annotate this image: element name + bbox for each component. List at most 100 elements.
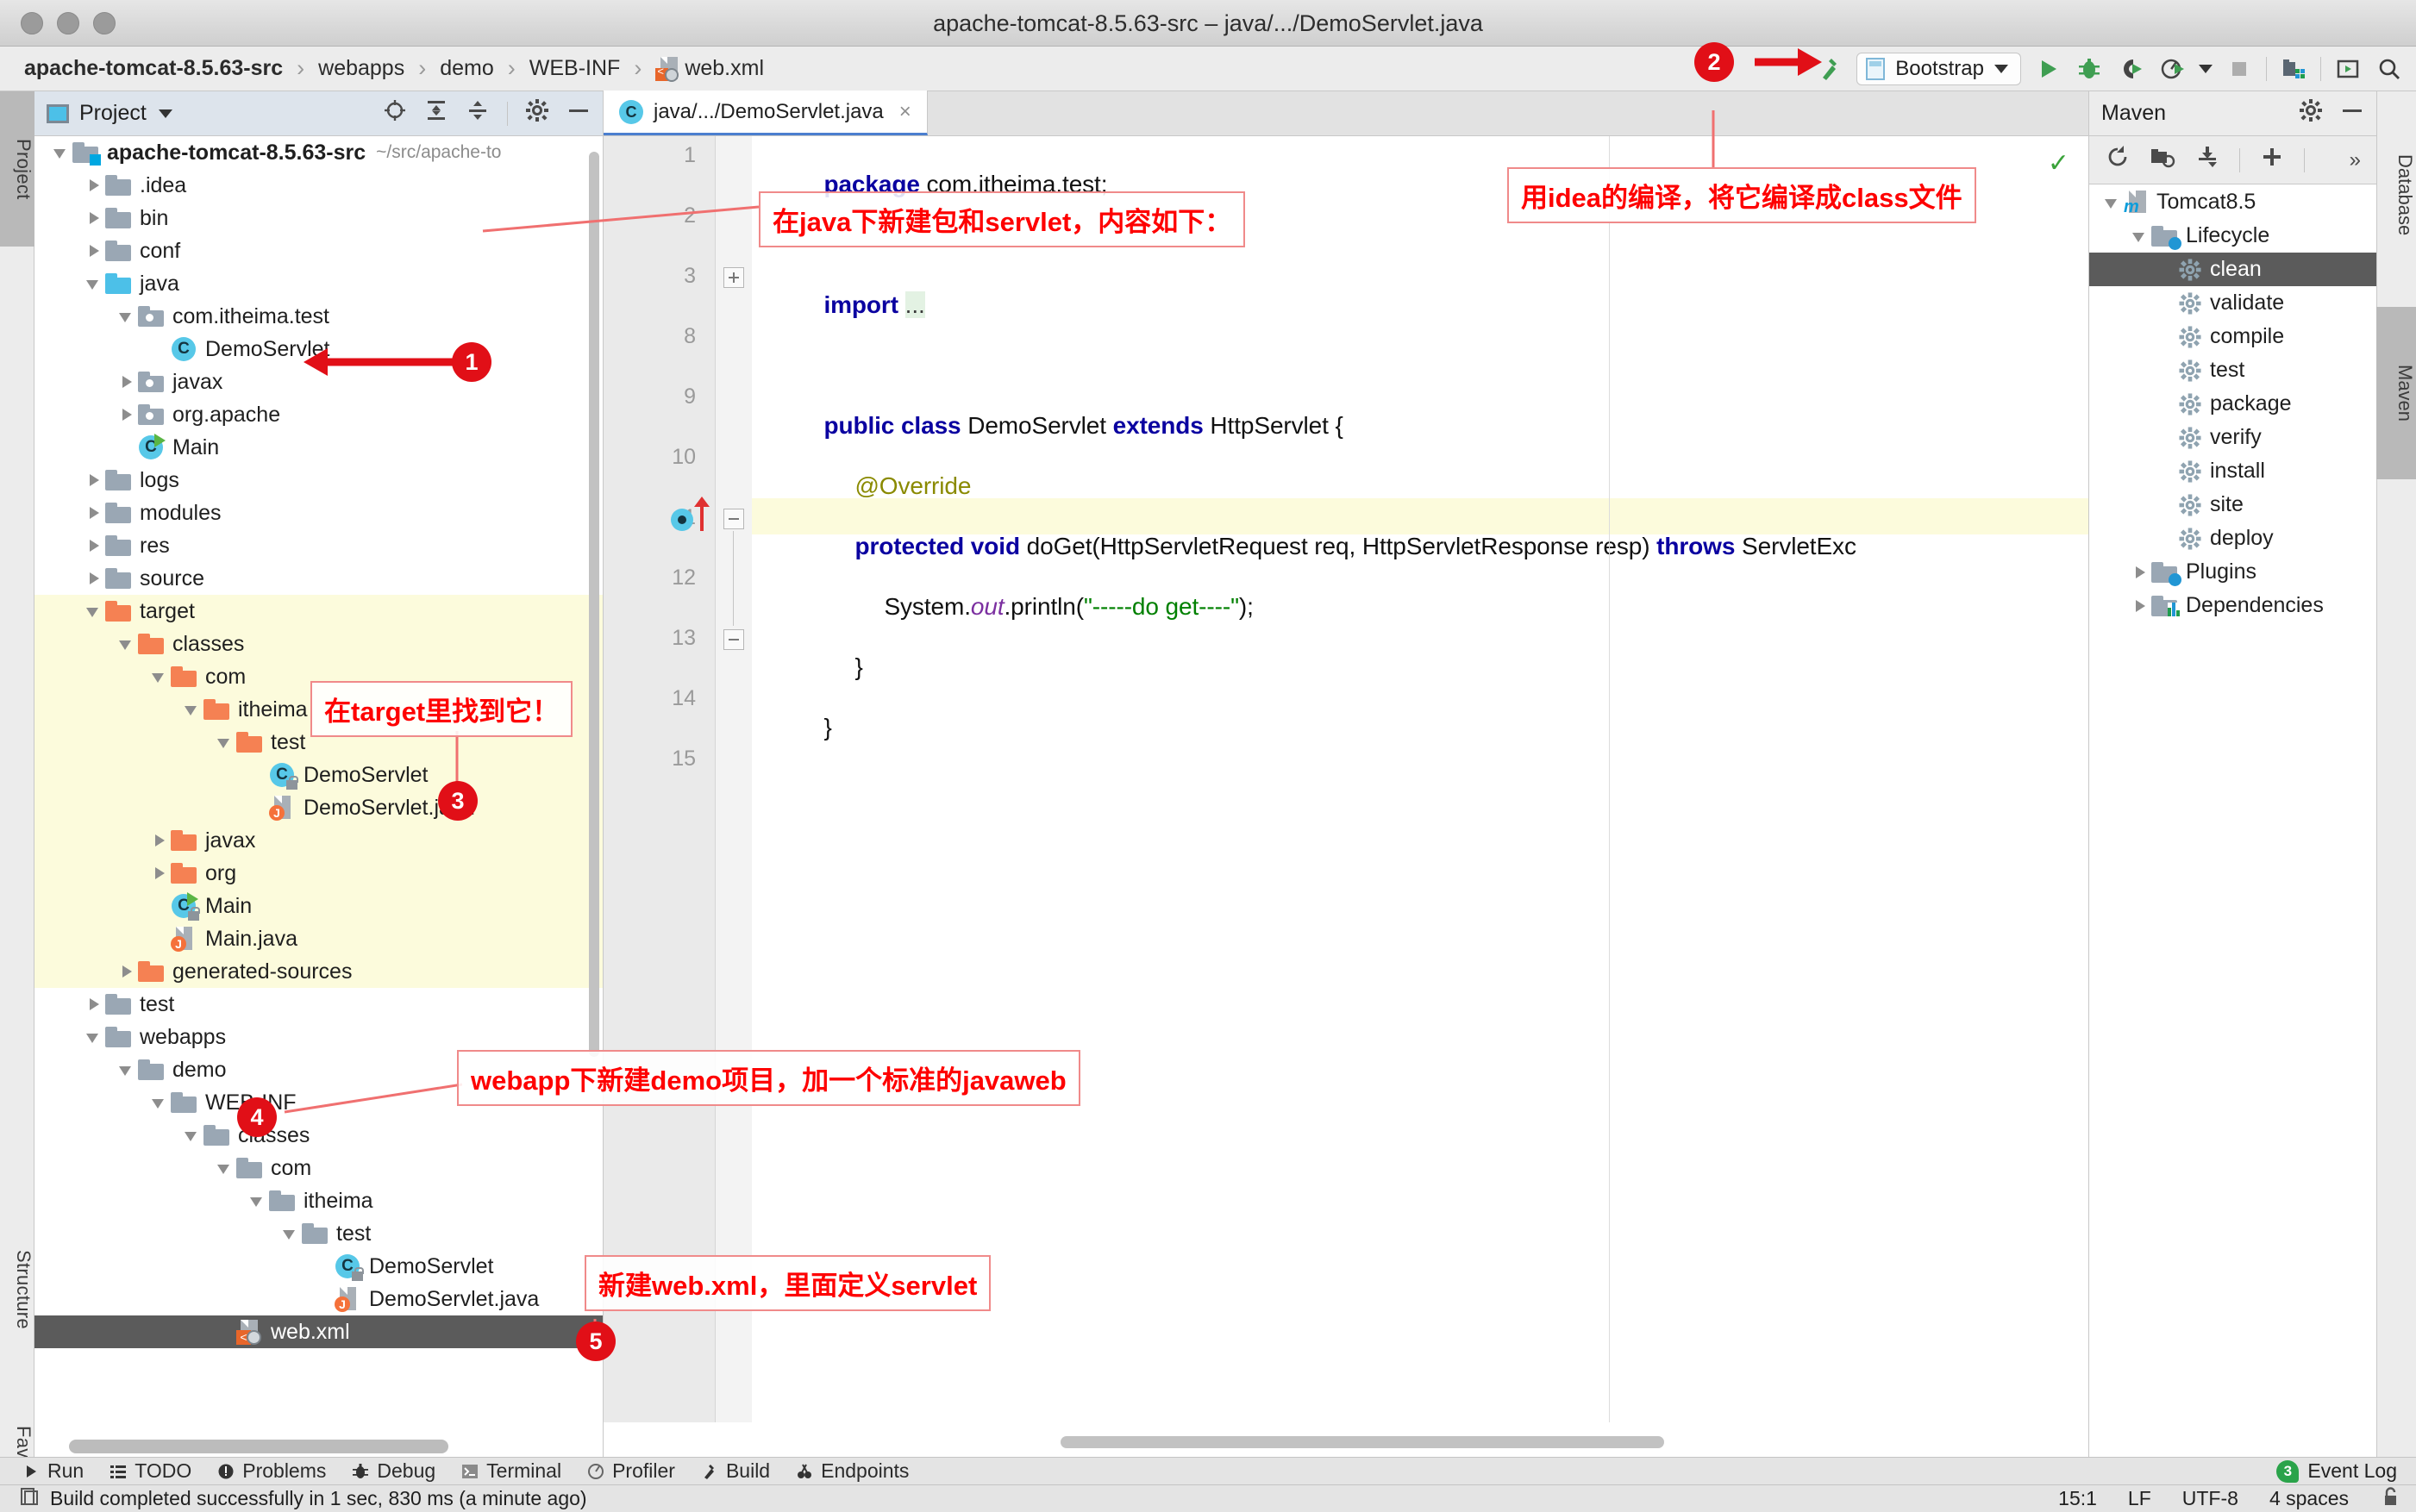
tree-row[interactable]: logs (34, 464, 603, 497)
tree-row[interactable]: package (2089, 387, 2376, 421)
tree-row[interactable]: compile (2089, 320, 2376, 353)
tree-row[interactable]: java (34, 267, 603, 300)
hide-panel-icon[interactable] (566, 98, 591, 128)
tree-row[interactable]: test (34, 1217, 603, 1250)
chevron-down-icon[interactable] (83, 600, 105, 622)
breadcrumb-item-demo[interactable]: demo (435, 56, 499, 81)
tree-row[interactable]: test (2089, 353, 2376, 387)
chevron-right-icon[interactable] (83, 174, 105, 197)
download-sources-icon[interactable] (2194, 144, 2220, 176)
chevron-down-icon[interactable] (148, 1091, 171, 1114)
chevron-down-icon[interactable] (50, 141, 72, 164)
run-configuration-selector[interactable]: Bootstrap (1856, 53, 2021, 85)
tree-row[interactable]: C Main (34, 890, 603, 922)
chevron-right-icon[interactable] (83, 993, 105, 1015)
chevron-right-icon[interactable] (116, 960, 138, 983)
tree-row[interactable]: apache-tomcat-8.5.63-src ~/src/apache-to (34, 136, 603, 169)
chevron-right-icon[interactable] (83, 567, 105, 590)
tree-row[interactable]: J DemoServlet.java (34, 1283, 603, 1315)
tool-button-problems[interactable]: Problems (217, 1459, 326, 1483)
breadcrumb-item-webapps[interactable]: webapps (313, 56, 410, 81)
chevron-down-icon[interactable] (83, 1026, 105, 1048)
chevron-down-icon[interactable] (2199, 65, 2213, 73)
breadcrumb-item-project[interactable]: apache-tomcat-8.5.63-src (19, 56, 288, 81)
chevron-right-icon[interactable] (116, 403, 138, 426)
tree-row[interactable]: org (34, 857, 603, 890)
chevron-right-icon[interactable] (83, 502, 105, 524)
gear-icon[interactable] (2299, 98, 2323, 128)
indent-setting[interactable]: 4 spaces (2269, 1487, 2349, 1510)
tool-button-profiler[interactable]: Profiler (587, 1459, 675, 1483)
tree-row[interactable]: C DemoServlet (34, 333, 603, 366)
project-tree-horizontal-scrollbar[interactable] (43, 1440, 594, 1453)
debug-icon[interactable] (2075, 54, 2104, 84)
chevron-down-icon[interactable] (279, 1222, 302, 1245)
close-icon[interactable]: × (899, 100, 911, 124)
tree-row[interactable]: generated-sources (34, 955, 603, 988)
sidebar-item-structure[interactable]: Structure (0, 1203, 34, 1376)
chevron-right-icon[interactable] (148, 829, 171, 852)
tree-row[interactable]: res (34, 529, 603, 562)
event-log-button[interactable]: 3 Event Log (2276, 1459, 2397, 1483)
expand-all-icon[interactable] (424, 98, 448, 128)
run-with-coverage-icon[interactable] (2116, 54, 2145, 84)
overriding-method-arrow-icon[interactable] (694, 497, 710, 531)
tree-row[interactable]: verify (2089, 421, 2376, 454)
line-separator[interactable]: LF (2128, 1487, 2151, 1510)
tree-row[interactable]: source (34, 562, 603, 595)
tool-button-todo[interactable]: TODO (110, 1459, 191, 1483)
tool-button-endpoints[interactable]: Endpoints (796, 1459, 909, 1483)
reload-icon[interactable] (2105, 144, 2131, 176)
caret-position[interactable]: 15:1 (2058, 1487, 2097, 1510)
tree-row[interactable]: itheima (34, 1184, 603, 1217)
tree-row[interactable]: classes (34, 628, 603, 660)
profiler-run-icon[interactable] (2157, 54, 2187, 84)
tree-row[interactable]: com (34, 1152, 603, 1184)
collapse-method-fold-icon[interactable] (723, 509, 744, 529)
breadcrumb-item-webxml[interactable]: web.xml (650, 56, 769, 82)
chevron-down-icon[interactable] (214, 731, 236, 753)
project-structure-icon[interactable] (2279, 54, 2308, 84)
tree-row[interactable]: Plugins (2089, 555, 2376, 589)
tree-row[interactable]: javax (34, 366, 603, 398)
tree-row[interactable]: C Main (34, 431, 603, 464)
tree-row[interactable]: org.apache (34, 398, 603, 431)
hide-panel-icon[interactable] (2340, 98, 2364, 128)
tree-row[interactable]: bin (34, 202, 603, 234)
tree-row[interactable]: .idea (34, 169, 603, 202)
gear-icon[interactable] (525, 98, 549, 128)
breadcrumb-item-webinf[interactable]: WEB-INF (524, 56, 626, 81)
tree-row[interactable]: com.itheima.test (34, 300, 603, 333)
chevron-right-icon[interactable] (116, 371, 138, 393)
tree-row[interactable]: webapps (34, 1021, 603, 1053)
tree-row[interactable]: validate (2089, 286, 2376, 320)
chevron-right-icon[interactable] (83, 207, 105, 229)
tree-row[interactable]: C DemoServlet (34, 1250, 603, 1283)
chevron-down-icon[interactable] (116, 305, 138, 328)
editor-gutter[interactable]: 12389101112131415 (604, 136, 716, 1422)
sidebar-item-maven[interactable]: Maven (2376, 307, 2416, 479)
tree-row[interactable]: < web.xml (34, 1315, 603, 1348)
override-marker-icon[interactable] (671, 509, 693, 531)
tree-row[interactable]: javax (34, 824, 603, 857)
build-hammer-icon[interactable] (1815, 54, 1844, 84)
search-everywhere-window-icon[interactable] (2333, 54, 2363, 84)
chevron-right-icon[interactable] (2129, 595, 2151, 617)
add-maven-project-icon[interactable] (2150, 144, 2175, 176)
chevron-right-icon[interactable] (148, 862, 171, 884)
tool-button-terminal[interactable]: Terminal (461, 1459, 561, 1483)
tree-row[interactable]: J DemoServlet.java (34, 791, 603, 824)
file-encoding[interactable]: UTF-8 (2182, 1487, 2238, 1510)
tree-row[interactable]: m Tomcat8.5 (2089, 185, 2376, 219)
expand-imports-fold-icon[interactable] (723, 267, 744, 288)
project-tree-vertical-scrollbar[interactable] (589, 152, 599, 1057)
tree-row[interactable]: clean (2089, 253, 2376, 286)
tree-row[interactable]: Dependencies (2089, 589, 2376, 622)
code-folded-imports[interactable]: ... (904, 291, 925, 318)
tree-row[interactable]: conf (34, 234, 603, 267)
maven-tree[interactable]: m Tomcat8.5 Lifecycle clean validate compile t… (2089, 185, 2376, 1457)
chevron-right-icon[interactable] (83, 534, 105, 557)
tree-row[interactable]: C DemoServlet (34, 759, 603, 791)
tool-button-build[interactable]: Build (701, 1459, 770, 1483)
tree-row[interactable]: Lifecycle (2089, 219, 2376, 253)
